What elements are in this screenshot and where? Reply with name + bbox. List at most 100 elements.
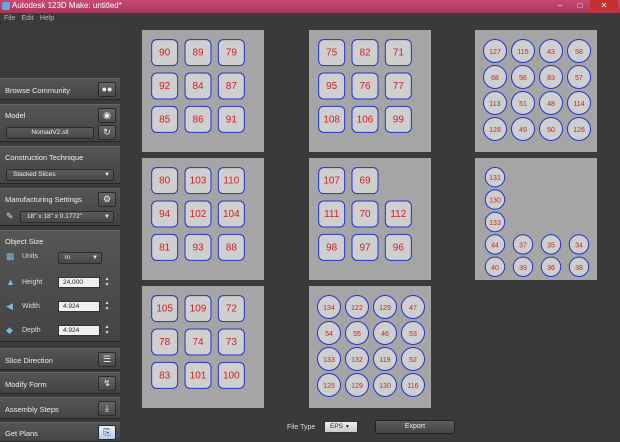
units-icon: ▦: [6, 251, 15, 261]
modify-icon[interactable]: ↯: [98, 376, 116, 391]
sheet[interactable]: 134 122 129 47 54 55 46 53 133 132 119 52 125 129 130 1…: [309, 286, 431, 408]
menu-help[interactable]: Help: [40, 13, 54, 24]
eye-icon[interactable]: ◉: [98, 108, 116, 123]
width-stepper[interactable]: ▲ ▼: [104, 300, 110, 312]
slice-label: 105: [156, 304, 173, 315]
height-label: Height: [22, 279, 43, 286]
slice-label: 133: [323, 357, 335, 364]
slice-label: 89: [192, 48, 204, 59]
assembly-icon[interactable]: ⤓: [98, 401, 116, 416]
chevron-down-icon: ▼: [92, 255, 98, 261]
slice-label: 92: [159, 81, 171, 92]
slice-label: 108: [323, 114, 340, 125]
manufacturing-settings-section: Manufacturing Settings ⚙ ✎ 18" x 18" x 0…: [0, 188, 120, 226]
slice-label: 38: [575, 265, 583, 272]
slice-label: 109: [190, 304, 207, 315]
slice-label: 122: [351, 305, 363, 312]
menu-edit[interactable]: Edit: [22, 13, 34, 24]
maximize-button[interactable]: □: [570, 0, 590, 12]
slice-label: 104: [223, 209, 240, 220]
slice-label: 56: [519, 75, 527, 82]
slice-label: 77: [393, 81, 405, 92]
browse-community-section[interactable]: Browse Community ●●: [0, 78, 120, 100]
slice-label: 107: [323, 176, 340, 187]
slice-label: 83: [159, 370, 171, 381]
community-icon[interactable]: ●●: [98, 82, 116, 97]
slice-label: 53: [409, 331, 417, 338]
assembly-steps-label: Assembly Steps: [5, 405, 59, 414]
slice-label: 126: [573, 127, 585, 134]
slice-label: 125: [323, 383, 335, 390]
slice-label: 71: [393, 48, 405, 59]
technique-dropdown[interactable]: Stacked Slices ▼: [6, 169, 114, 181]
refresh-icon[interactable]: ↻: [98, 125, 116, 140]
slice-label: 49: [519, 127, 527, 134]
slice-label: 111: [324, 209, 340, 220]
slice-label: 69: [359, 176, 371, 187]
sheet[interactable]: 131 130 133 44 37 35 34 40 39 36 38: [475, 158, 597, 280]
plans-canvas[interactable]: 90 89 79 92 84 87 85 86 91 75 82 71 95 76 77 108 106 99 12…: [120, 24, 620, 417]
title-bar: Autodesk 123D Make: untitled* – □ ✕: [0, 0, 620, 13]
sheet[interactable]: 105 109 72 78 74 73 83 101 100: [142, 286, 264, 408]
construction-technique-label: Construction Technique: [5, 153, 84, 162]
slice-label: 91: [226, 114, 238, 125]
slice-label: 50: [547, 127, 555, 134]
slice-direction-label: Slice Direction: [5, 356, 53, 365]
slice-label: 97: [359, 242, 371, 253]
sheet[interactable]: 127 115 43 58 68 56 83 57 113 51 48 114 128 49 50 126: [475, 30, 597, 152]
depth-icon: ◆: [6, 325, 13, 335]
height-stepper[interactable]: ▲ ▼: [104, 276, 110, 288]
slice-label: 75: [326, 48, 338, 59]
sheet[interactable]: 107 69 111 70 112 98 97 96: [309, 158, 431, 280]
app-icon: [2, 2, 10, 10]
slice-icon[interactable]: ☰: [98, 352, 116, 367]
width-label: Width: [22, 303, 40, 310]
menu-file[interactable]: File: [4, 13, 15, 24]
slice-label: 96: [393, 242, 405, 253]
construction-technique-section: Construction Technique Stacked Slices ▼: [0, 146, 120, 184]
depth-stepper[interactable]: ▲ ▼: [104, 324, 110, 336]
pencil-icon[interactable]: ✎: [6, 211, 14, 222]
get-plans-label: Get Plans: [5, 429, 38, 438]
slice-label: 39: [519, 265, 527, 272]
slice-label: 101: [190, 370, 207, 381]
units-dropdown[interactable]: in ▼: [58, 252, 102, 264]
height-field[interactable]: 24.000: [58, 277, 100, 288]
slice-label: 133: [489, 220, 501, 227]
slice-label: 112: [390, 209, 406, 220]
model-label: Model: [5, 111, 26, 120]
sheet[interactable]: 90 89 79 92 84 87 85 86 91: [142, 30, 264, 152]
slice-label: 55: [353, 331, 361, 338]
modify-form-section[interactable]: Modify Form ↯: [0, 372, 120, 394]
slice-label: 103: [190, 176, 207, 187]
width-field[interactable]: 4.924: [58, 301, 100, 312]
object-size-section: Object Size ▦ Units in ▼ ▲ Height 24.000 …: [0, 230, 120, 342]
close-button[interactable]: ✕: [590, 0, 618, 12]
plans-icon[interactable]: ⎘: [98, 425, 116, 440]
slice-direction-section[interactable]: Slice Direction ☰: [0, 348, 120, 370]
model-file-button[interactable]: NomadV2.stl: [6, 127, 94, 139]
assembly-steps-section[interactable]: Assembly Steps ⤓: [0, 397, 120, 419]
height-icon: ▲: [6, 277, 15, 287]
depth-field[interactable]: 4.924: [58, 325, 100, 336]
gear-icon[interactable]: ⚙: [98, 192, 116, 207]
get-plans-section[interactable]: Get Plans ⎘: [0, 422, 120, 442]
slice-label: 83: [547, 75, 555, 82]
minimize-button[interactable]: –: [550, 0, 570, 12]
slice-label: 35: [547, 242, 555, 249]
slice-label: 94: [159, 209, 171, 220]
file-type-select[interactable]: EPS ▼: [324, 421, 358, 433]
slice-label: 72: [226, 304, 238, 315]
slice-label: 52: [409, 357, 417, 364]
chevron-down-icon: ▼: [344, 424, 350, 430]
object-size-label: Object Size: [5, 237, 44, 246]
material-dropdown[interactable]: 18" x 18" x 0.1772" ▼: [20, 211, 114, 223]
sheet[interactable]: 75 82 71 95 76 77 108 106 99: [309, 30, 431, 152]
slice-label: 99: [393, 114, 405, 125]
sheet[interactable]: 80 103 110 94 102 104 81 93 88: [142, 158, 264, 280]
slice-label: 90: [159, 48, 171, 59]
slice-label: 80: [159, 176, 171, 187]
export-button[interactable]: Export: [375, 420, 455, 434]
slice-label: 113: [489, 101, 500, 108]
technique-value: Stacked Slices: [13, 171, 56, 178]
